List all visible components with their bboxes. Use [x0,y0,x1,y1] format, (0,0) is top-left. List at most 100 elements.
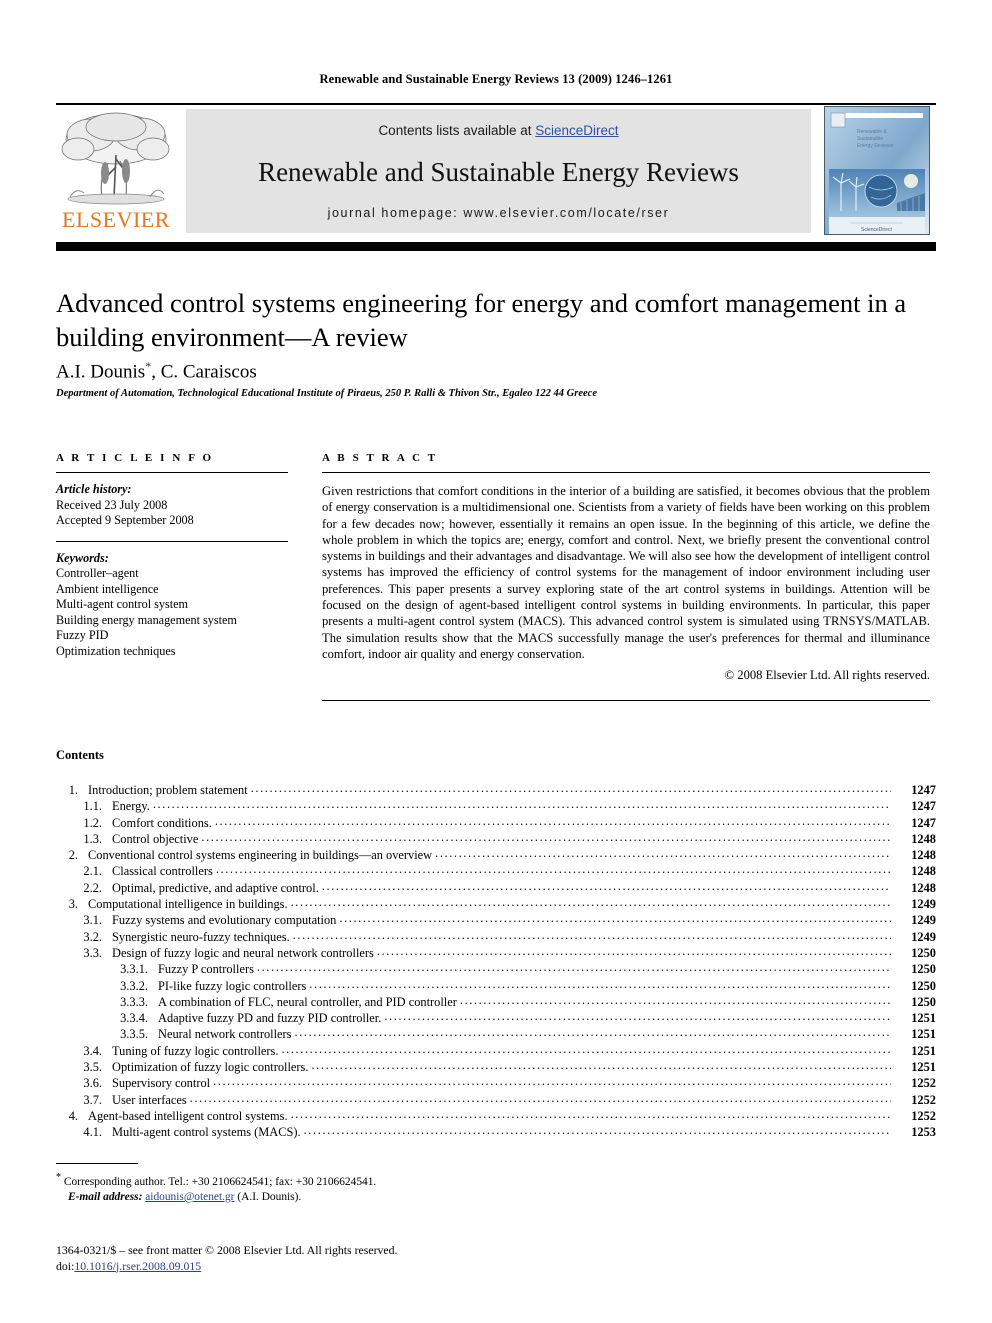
footnote-block: * Corresponding author. Tel.: +30 210662… [56,1170,616,1205]
toc-entry-number: 3. [68,897,78,912]
toc-entry-page: 1250 [911,978,936,993]
toc-entry-page: 1249 [911,929,936,944]
toc-entry-label: Energy. [112,799,150,814]
toc-entry-label: PI-like fuzzy logic controllers [158,978,307,993]
toc-dot-leader: ........................................… [250,781,891,795]
svg-text:Energy Reviews: Energy Reviews [857,143,894,149]
toc-dot-leader: ........................................… [256,960,891,975]
contents-available-prefix: Contents lists available at [378,123,536,138]
email-link[interactable]: aidounis@otenet.gr [145,1191,234,1203]
toc-dot-leader: ........................................… [292,927,891,942]
elsevier-tree-icon [61,112,170,205]
toc-dot-leader: ........................................… [214,813,891,828]
toc-entry-label: Design of fuzzy logic and neural network… [112,945,374,960]
contents-available-line: Contents lists available at ScienceDirec… [186,123,811,138]
toc-entry-page: 1248 [911,880,936,895]
toc-entry-page: 1249 [911,913,936,928]
footnote-rule [56,1163,138,1164]
author-line: A.I. Dounis*, C. Caraiscos [56,359,257,383]
toc-dot-leader: ........................................… [281,1041,891,1056]
toc-entry-page: 1247 [911,815,936,830]
toc-dot-leader: ........................................… [459,992,891,1007]
contents-heading: Contents [56,748,104,762]
affiliation: Department of Automation, Technological … [56,388,597,399]
toc-dot-leader: ........................................… [339,911,891,926]
keywords-label: Keywords: [56,550,109,565]
toc-entry-page: 1251 [911,1027,936,1042]
toc-dot-leader: ........................................… [321,878,891,893]
abstract-copyright: © 2008 Elsevier Ltd. All rights reserved… [724,668,930,683]
toc-entry-page: 1247 [911,799,936,814]
toc-entry-number: 3.4. [83,1043,102,1058]
toc-entry-number: 3.3. [83,945,102,960]
doi-link[interactable]: 10.1016/j.rser.2008.09.015 [74,1259,201,1273]
toc-entry-label: Classical controllers [112,864,213,879]
toc-entry-page: 1248 [911,831,936,846]
toc-dot-leader: ........................................… [309,976,891,991]
article-received-date: Received 23 July 2008 [56,497,168,512]
toc-dot-leader: ........................................… [303,1123,891,1138]
footnote-star-marker: * [56,1172,61,1183]
abstract-heading: A B S T R A C T [322,452,438,464]
keyword-item: Optimization techniques [56,643,176,658]
toc-entry-number: 2. [68,848,78,863]
sciencedirect-link[interactable]: ScienceDirect [535,123,618,138]
abstract-column: A B S T R A C T Given restrictions that … [322,452,930,683]
masthead-center-band: Contents lists available at ScienceDirec… [186,109,811,233]
keywords-divider [56,540,288,542]
toc-dot-leader: ........................................… [311,1058,891,1073]
masthead-top-rule [56,103,936,105]
toc-entry-number: 3.1. [83,913,102,928]
toc-entry-page: 1253 [911,1125,936,1140]
abstract-bottom-rule [322,700,930,701]
toc-entry-label: Optimal, predictive, and adaptive contro… [112,880,319,895]
toc-dot-leader: ........................................… [290,895,891,910]
toc-entry-page: 1252 [911,1108,936,1123]
toc-entry-label: Comfort conditions. [112,815,212,830]
toc-entry-page: 1251 [911,1043,936,1058]
article-history-label: Article history: [56,482,132,496]
toc-dot-leader: ........................................… [376,943,891,958]
toc-entry-page: 1247 [911,783,936,797]
keywords-block: Keywords: Controller–agent Ambient intel… [56,551,288,660]
toc-dot-leader: ........................................… [435,846,891,861]
toc-entry-number: 3.3.2. [120,978,148,993]
toc-entry-number: 4.1. [83,1125,102,1140]
toc-entry[interactable]: 4.1. Multi-agent control systems (MACS)..… [56,1123,936,1141]
doi-line: doi:10.1016/j.rser.2008.09.015 [56,1259,656,1275]
toc-entry-label: Tuning of fuzzy logic controllers. [112,1043,279,1058]
svg-text:ScienceDirect: ScienceDirect [861,227,892,233]
toc-dot-leader: ........................................… [213,1074,891,1089]
toc-entry-label: Fuzzy P controllers [158,962,254,977]
journal-masthead: ELSEVIER Contents lists available at Sci… [56,103,936,235]
article-history-block: Article history: Received 23 July 2008 A… [56,482,288,529]
toc-entry-page: 1252 [911,1092,936,1107]
author-secondary: , C. Caraiscos [151,361,257,383]
toc-entry-page: 1251 [911,1060,936,1075]
elsevier-wordmark: ELSEVIER [62,207,170,232]
toc-entry-page: 1250 [911,994,936,1009]
journal-cover-thumbnail: Renewable & Sustainable Energy Reviews S… [824,106,930,235]
table-of-contents: 1. Introduction; problem statement.......… [56,781,936,1142]
keyword-item: Controller–agent [56,566,139,580]
toc-entry-label: Optimization of fuzzy logic controllers. [112,1060,309,1075]
toc-dot-leader: ........................................… [384,1009,891,1024]
toc-entry-number: 3.3.1. [120,962,148,977]
email-owner: (A.I. Dounis). [237,1190,302,1203]
toc-entry-label: Adaptive fuzzy PD and fuzzy PID controll… [158,1011,382,1026]
toc-entry-label: Neural network controllers [158,1027,292,1042]
toc-dot-leader: ........................................… [189,1090,891,1105]
journal-homepage-line[interactable]: journal homepage: www.elsevier.com/locat… [186,206,811,220]
toc-entry-page: 1252 [911,1076,936,1091]
svg-text:Renewable &: Renewable & [857,129,887,135]
toc-entry-page: 1248 [911,848,936,863]
corresponding-author-text: Corresponding author. Tel.: +30 21066245… [63,1175,377,1188]
toc-entry-number: 1.1. [83,799,102,814]
toc-entry-label: A combination of FLC, neural controller,… [158,994,457,1009]
toc-dot-leader: ........................................… [290,1106,891,1121]
header-black-bar [56,242,936,251]
toc-dot-leader: ........................................… [201,829,891,844]
toc-entry-number: 3.5. [83,1060,102,1075]
toc-entry-label: Agent-based intelligent control systems. [88,1108,288,1123]
footer-block: 1364-0321/$ – see front matter © 2008 El… [56,1243,656,1274]
